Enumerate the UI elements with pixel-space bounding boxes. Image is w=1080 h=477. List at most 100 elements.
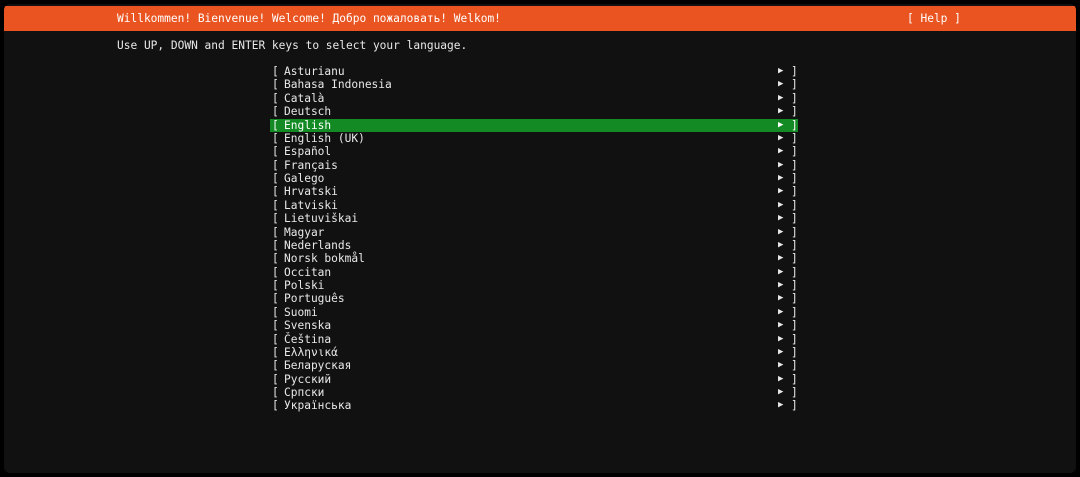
right-bracket: ] [791, 345, 798, 359]
language-option[interactable]: [Українська ▶] [270, 399, 798, 412]
submenu-arrow-icon: ▶ [778, 400, 784, 411]
submenu-arrow-icon: ▶ [778, 173, 784, 183]
language-option[interactable]: [Magyar ▶] [270, 226, 798, 239]
left-bracket: [ [272, 145, 279, 159]
language-label: Français [284, 158, 338, 172]
language-option[interactable]: [Suomi ▶] [270, 306, 798, 319]
left-bracket: [ [272, 372, 279, 386]
submenu-arrow-icon: ▶ [778, 253, 784, 264]
language-option[interactable]: [ English (UK) ▶] [270, 132, 798, 145]
help-button[interactable]: [ Help ] [907, 12, 961, 25]
language-option[interactable]: [Latviski ▶] [270, 199, 798, 212]
right-bracket: ] [791, 279, 798, 292]
language-option[interactable]: [ Español ▶] [270, 145, 798, 158]
submenu-arrow-icon: ▶ [778, 79, 784, 90]
language-option[interactable]: [ Polski ▶] [270, 279, 798, 292]
language-option[interactable]: [Français ▶] [270, 159, 798, 172]
left-bracket: [ [272, 78, 279, 92]
language-label: Hrvatski [284, 185, 338, 199]
welcome-title: Willkommen! Bienvenue! Welcome! Добро по… [117, 12, 501, 25]
language-label: Lietuviškai [284, 212, 359, 226]
language-label: Српски [284, 386, 325, 399]
header-bar: Willkommen! Bienvenue! Welcome! Добро по… [4, 6, 1076, 31]
submenu-arrow-icon: ▶ [778, 66, 784, 76]
submenu-arrow-icon: ▶ [778, 186, 784, 197]
language-option[interactable]: [Asturianu ▶] [270, 65, 798, 78]
language-label: Occitan [284, 265, 332, 279]
submenu-arrow-icon: ▶ [778, 306, 784, 317]
language-option[interactable]: [Русский ▶] [270, 373, 798, 386]
submenu-arrow-icon: ▶ [778, 280, 784, 290]
language-option[interactable]: [Беларуская ▶] [270, 359, 798, 372]
language-option[interactable]: [ Svenska ▶] [270, 319, 798, 332]
instructions-text: Use UP, DOWN and ENTER keys to select yo… [117, 39, 468, 52]
right-bracket: ] [791, 225, 798, 239]
language-label: Español [284, 145, 332, 159]
right-bracket: ] [791, 145, 798, 159]
language-option[interactable]: [Nederlands ▶] [270, 239, 798, 252]
language-option[interactable]: [Lietuviškai ▶] [270, 212, 798, 225]
language-label: Русский [284, 372, 332, 386]
right-bracket: ] [791, 65, 798, 78]
submenu-arrow-icon: ▶ [778, 106, 784, 117]
left-bracket: [ [272, 185, 279, 199]
language-label: Čeština [284, 332, 332, 346]
language-label: Polski [284, 279, 325, 292]
submenu-arrow-icon: ▶ [778, 159, 784, 170]
language-option[interactable]: [Bahasa Indonesia ▶] [270, 78, 798, 91]
language-label: Norsk bokmål [284, 252, 365, 266]
language-label: Asturianu [284, 65, 345, 78]
left-bracket: [ [272, 386, 279, 399]
left-bracket: [ [272, 265, 279, 279]
submenu-arrow-icon: ▶ [778, 293, 784, 304]
submenu-arrow-icon: ▶ [778, 320, 784, 331]
right-bracket: ] [791, 118, 798, 132]
language-option[interactable]: [Galego ▶] [270, 172, 798, 185]
left-bracket: [ [272, 91, 279, 105]
submenu-arrow-icon: ▶ [778, 119, 784, 130]
left-bracket: [ [272, 399, 279, 413]
submenu-arrow-icon: ▶ [778, 92, 784, 103]
left-bracket: [ [272, 118, 279, 132]
language-label: Українська [284, 399, 352, 413]
language-option[interactable]: [Hrvatski ▶] [270, 185, 798, 198]
language-label: English [284, 118, 332, 132]
right-bracket: ] [791, 359, 798, 373]
language-list: [Asturianu ▶] [Bahasa Indonesia ▶] [Català ▶]… [270, 65, 798, 413]
language-option[interactable]: [ Српски ▶] [270, 386, 798, 399]
language-option[interactable]: [ Português ▶] [270, 292, 798, 305]
left-bracket: [ [272, 105, 279, 119]
right-bracket: ] [791, 158, 798, 172]
right-bracket: ] [791, 319, 798, 333]
language-label: Svenska [284, 319, 332, 333]
language-option[interactable]: [Català ▶] [270, 92, 798, 105]
left-bracket: [ [272, 292, 279, 306]
submenu-arrow-icon: ▶ [778, 132, 784, 143]
language-label: Deutsch [284, 105, 332, 119]
left-bracket: [ [272, 319, 279, 333]
right-bracket: ] [791, 292, 798, 306]
submenu-arrow-icon: ▶ [778, 346, 784, 357]
submenu-arrow-icon: ▶ [778, 373, 784, 384]
language-option[interactable]: [Deutsch ▶] [270, 105, 798, 118]
language-option[interactable]: [Ελληνικά ▶] [270, 346, 798, 359]
submenu-arrow-icon: ▶ [778, 239, 784, 250]
left-bracket: [ [272, 279, 279, 292]
right-bracket: ] [791, 131, 798, 145]
submenu-arrow-icon: ▶ [778, 387, 784, 397]
right-bracket: ] [791, 172, 798, 185]
language-option[interactable]: [Norsk bokmål ▶] [270, 252, 798, 265]
right-bracket: ] [791, 386, 798, 399]
right-bracket: ] [791, 212, 798, 226]
language-label: Беларуская [284, 359, 352, 373]
language-label: Português [284, 292, 345, 306]
language-option[interactable]: [Čeština ▶] [270, 333, 798, 346]
language-label: Suomi [284, 305, 318, 319]
language-label: Latviski [284, 198, 338, 212]
language-label: English (UK) [284, 131, 365, 145]
left-bracket: [ [272, 131, 279, 145]
language-label: Magyar [284, 225, 325, 239]
language-option[interactable]: [ English ▶] [270, 118, 798, 132]
language-option[interactable]: [Occitan ▶] [270, 266, 798, 279]
submenu-arrow-icon: ▶ [778, 146, 784, 157]
